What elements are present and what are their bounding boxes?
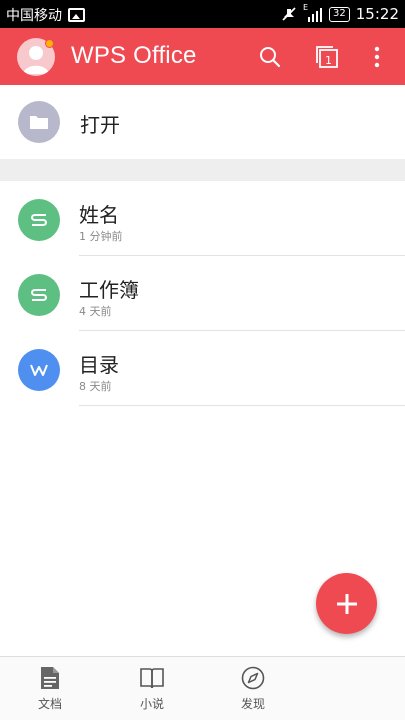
tab-docs-label: 文档 (37, 697, 62, 711)
status-bar: 中国移动 E 32 15:22 (0, 0, 405, 28)
open-label: 打开 (80, 113, 120, 137)
image-notification-icon (68, 8, 85, 22)
file-row[interactable]: 目录 8 天前 (0, 331, 405, 406)
bottom-navigation: 文档 小说 发现 (0, 656, 405, 720)
file-modified-time: 1 分钟前 (79, 230, 123, 243)
book-icon (140, 668, 164, 689)
document-icon (41, 667, 59, 689)
svg-text:1: 1 (325, 54, 332, 67)
file-name: 目录 (79, 353, 119, 377)
notification-dot (45, 39, 54, 48)
more-options-button[interactable] (362, 42, 392, 72)
app-bar: WPS Office 1 (0, 28, 405, 85)
search-button[interactable] (255, 42, 285, 72)
app-title: WPS Office (71, 42, 197, 69)
folder-icon-circle (18, 101, 60, 143)
carrier-label: 中国移动 (6, 8, 62, 24)
tab-discover-label: 发现 (240, 697, 265, 711)
row-divider (79, 405, 405, 406)
file-modified-time: 8 天前 (79, 380, 112, 393)
plus-icon (336, 593, 357, 614)
tab-novel-label: 小说 (139, 697, 164, 711)
clock: 15:22 (355, 5, 399, 23)
section-divider (0, 159, 405, 181)
file-name: 工作簿 (79, 278, 139, 302)
file-row[interactable]: 姓名 1 分钟前 (0, 181, 405, 256)
folder-icon (30, 116, 48, 129)
more-vert-icon (374, 46, 380, 68)
open-file-row[interactable]: 打开 (0, 85, 405, 159)
tab-discover[interactable]: 发现 (223, 665, 283, 712)
signal-icon: E (303, 3, 323, 22)
tab-docs[interactable]: 文档 (20, 665, 80, 712)
spreadsheet-icon (18, 199, 60, 241)
mute-icon (282, 7, 296, 21)
tabs-icon: 1 (316, 46, 338, 68)
search-icon (260, 47, 281, 68)
spreadsheet-icon (18, 274, 60, 316)
file-row[interactable]: 工作簿 4 天前 (0, 256, 405, 331)
compass-icon (241, 666, 265, 690)
tabs-button[interactable]: 1 (312, 42, 342, 72)
battery-indicator: 32 (329, 6, 350, 22)
new-document-button[interactable] (316, 573, 377, 634)
writer-icon (18, 349, 60, 391)
file-name: 姓名 (79, 203, 119, 227)
file-modified-time: 4 天前 (79, 305, 112, 318)
tab-novel[interactable]: 小说 (122, 665, 182, 712)
